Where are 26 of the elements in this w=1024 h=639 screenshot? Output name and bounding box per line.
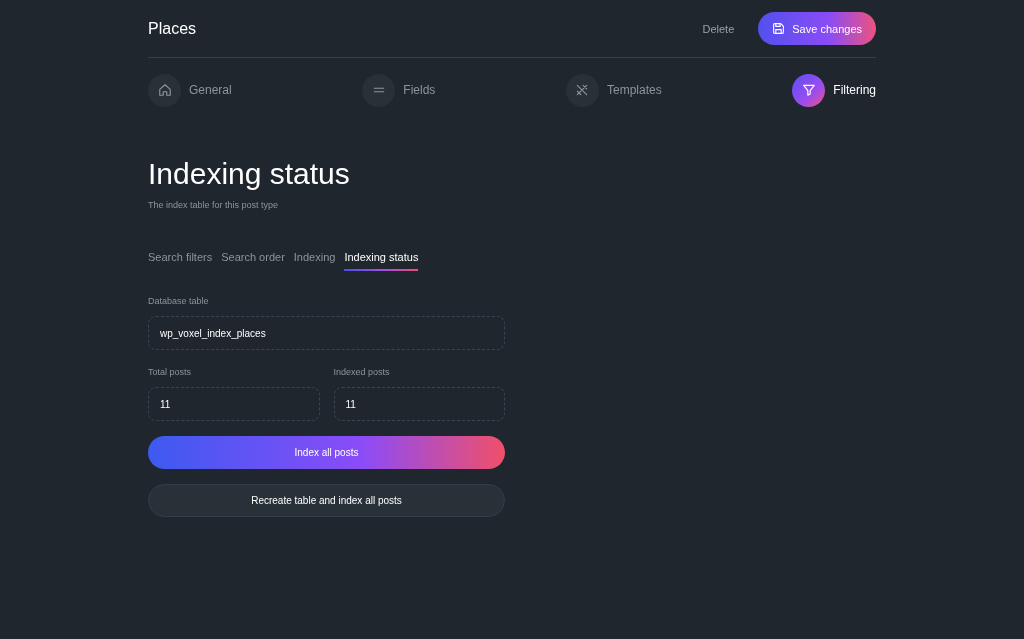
tab[interactable]: Indexing status xyxy=(344,251,419,271)
database-table-field[interactable]: wp_voxel_index_places xyxy=(148,316,505,350)
filter-icon xyxy=(792,73,826,107)
tab[interactable]: Search order xyxy=(221,251,285,271)
field-label: Total posts xyxy=(148,367,193,377)
step-tab[interactable]: General xyxy=(148,72,232,108)
field-label: Indexed posts xyxy=(333,367,391,377)
save-changes-button[interactable]: Save changes xyxy=(758,12,876,45)
tab[interactable]: Indexing xyxy=(293,251,336,271)
section-subtitle: The index table for this post type xyxy=(148,200,280,210)
tools-icon xyxy=(565,73,599,107)
recreate-button[interactable]: Recreate table and index all posts xyxy=(148,484,505,517)
total-posts-field[interactable]: 11 xyxy=(148,387,320,421)
step-tab[interactable]: Fields xyxy=(362,72,436,108)
delete-link[interactable]: Delete xyxy=(702,22,735,35)
indexed-posts-field[interactable]: 11 xyxy=(333,387,505,421)
step-tab[interactable]: Templates xyxy=(565,72,662,108)
step-tab[interactable]: Filtering xyxy=(792,72,876,108)
home-icon xyxy=(148,73,181,107)
section-heading: Indexing status xyxy=(148,156,351,192)
save-icon xyxy=(772,22,786,35)
page-title: Places xyxy=(148,19,197,38)
tab[interactable]: Search filters xyxy=(148,251,213,271)
field-label: Database table xyxy=(148,296,210,306)
index-button[interactable]: Index all posts xyxy=(148,436,505,469)
equals-icon xyxy=(362,73,396,107)
